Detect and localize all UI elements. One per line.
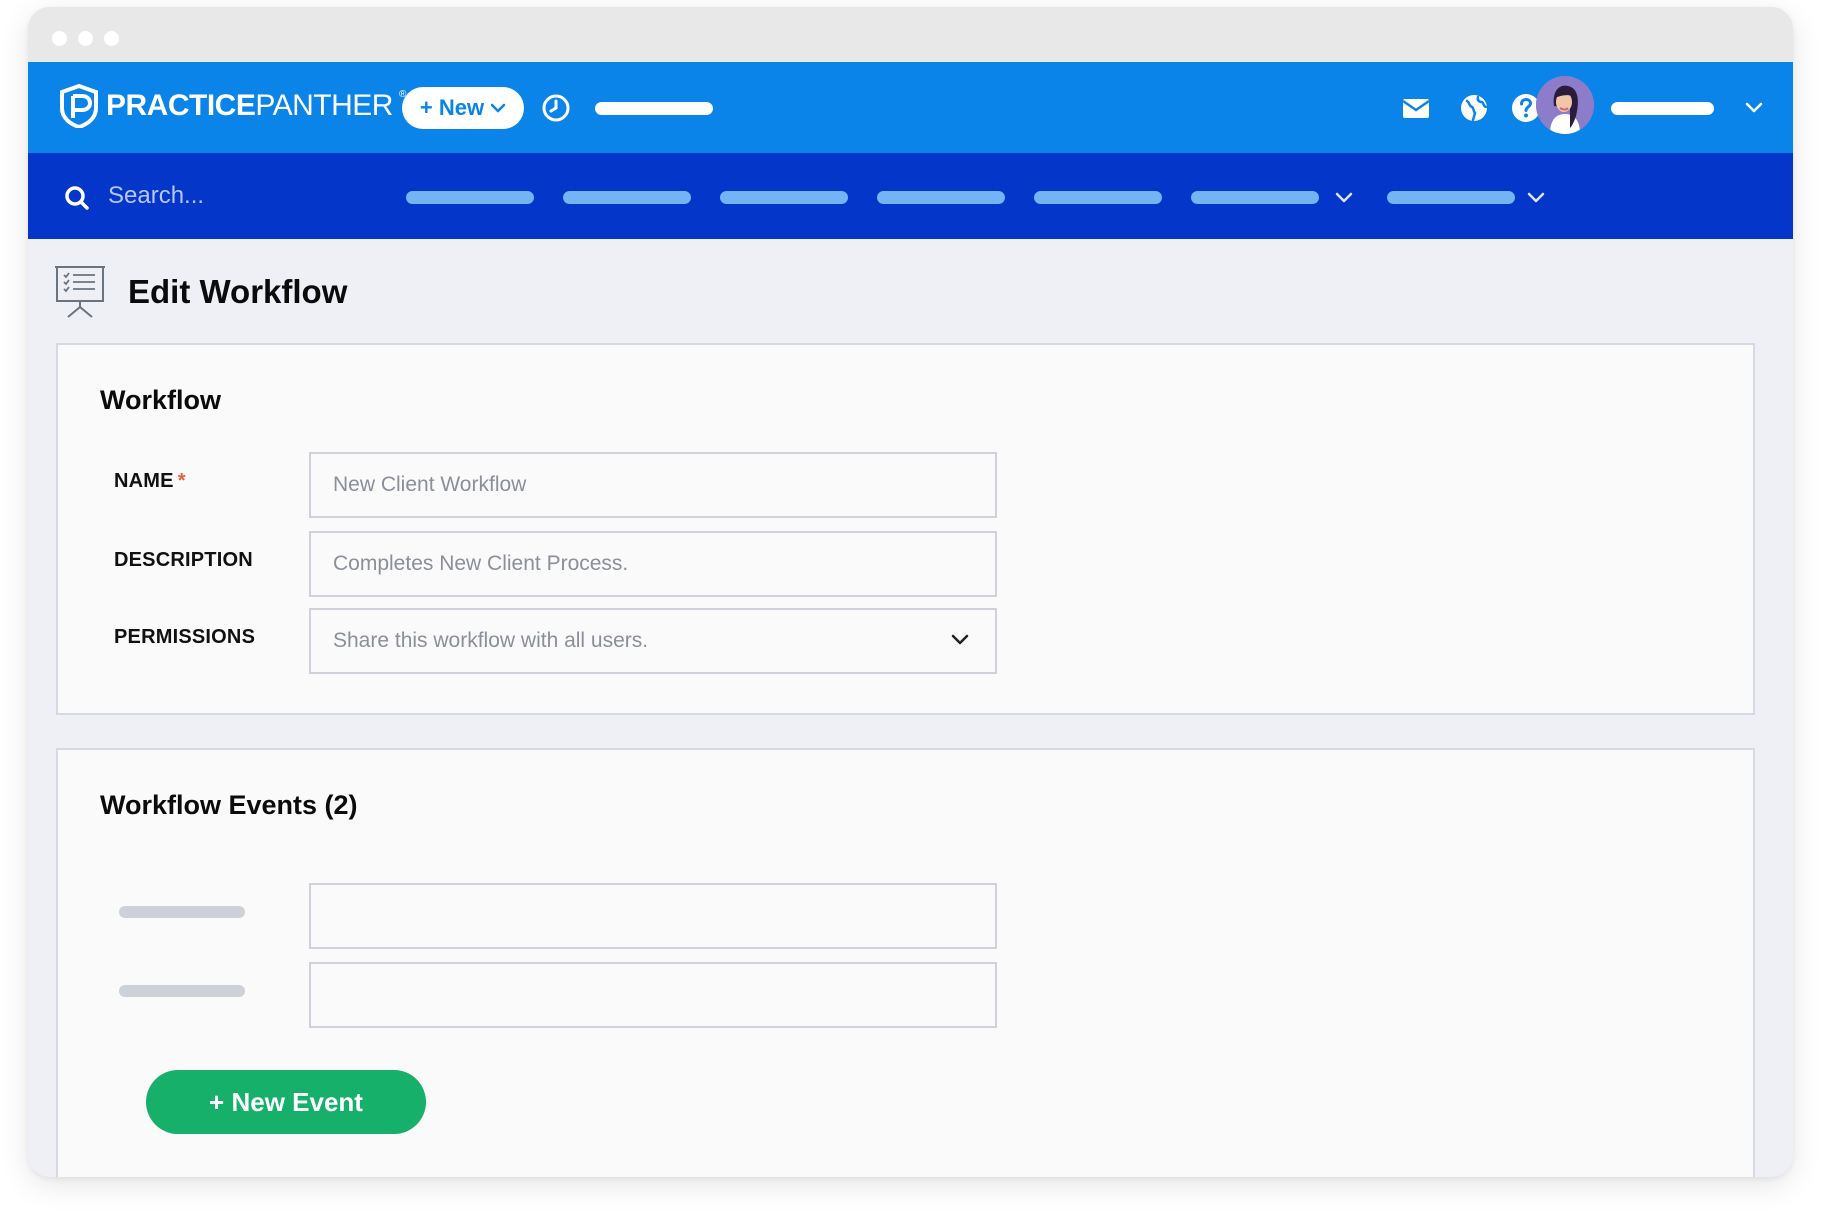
event-1-label-placeholder xyxy=(119,906,245,918)
event-2-label-placeholder xyxy=(119,985,245,997)
user-menu-chevron-down-icon[interactable] xyxy=(1745,102,1763,114)
logo-wordmark-thin: PANTHER xyxy=(255,89,393,122)
user-avatar[interactable] xyxy=(1536,76,1594,134)
window-minimize-dot[interactable] xyxy=(78,31,93,46)
new-button-label: + New xyxy=(419,95,485,120)
workflow-events-card: Workflow Events (2) + New Event xyxy=(56,748,1755,1177)
description-label: DESCRIPTION xyxy=(114,549,253,571)
nav-item-7[interactable] xyxy=(1387,191,1515,204)
nav-item-6-chevron-down-icon[interactable] xyxy=(1334,191,1354,205)
name-field[interactable] xyxy=(309,452,997,518)
avatar-illustration-icon xyxy=(1536,76,1594,134)
name-label: NAME * xyxy=(114,470,186,493)
chevron-down-icon xyxy=(951,634,969,645)
nav-item-5[interactable] xyxy=(1034,191,1162,204)
event-1-field[interactable] xyxy=(309,883,997,949)
nav-item-6[interactable] xyxy=(1191,191,1319,204)
app-logo[interactable]: PRACTICEPANTHER ® xyxy=(58,84,406,128)
workflow-card: Workflow NAME* DESCRIPTION PERMISSIONS S… xyxy=(56,343,1755,715)
mail-icon[interactable] xyxy=(1400,92,1432,124)
required-asterisk: * xyxy=(177,470,186,492)
event-2-field[interactable] xyxy=(309,962,997,1028)
permissions-label: PERMISSIONS xyxy=(114,626,256,648)
nav-item-7-chevron-down-icon[interactable] xyxy=(1526,191,1546,205)
window-close-dot[interactable] xyxy=(52,31,67,46)
globe-icon[interactable] xyxy=(1458,92,1490,124)
search-input[interactable] xyxy=(108,177,378,215)
logo-wordmark-bold: PRACTICE xyxy=(106,89,256,122)
workflow-board-icon xyxy=(55,266,105,318)
new-button[interactable]: + New xyxy=(402,87,524,129)
nav-item-2[interactable] xyxy=(563,191,691,204)
page-title: Edit Workflow xyxy=(128,273,348,310)
workflow-card-title: Workflow xyxy=(100,385,221,415)
timer-placeholder[interactable] xyxy=(595,102,713,115)
top-bar: PRACTICEPANTHER ® + New xyxy=(28,62,1793,153)
description-field[interactable] xyxy=(309,531,997,597)
workflow-events-title: Workflow Events (2) xyxy=(100,790,358,820)
logo-wordmark: PRACTICEPANTHER xyxy=(106,91,393,121)
permissions-select[interactable]: Share this workflow with all users. xyxy=(309,608,997,674)
name-label-text: NAME xyxy=(114,470,174,492)
clock-icon[interactable] xyxy=(541,93,571,123)
search-icon[interactable] xyxy=(64,185,90,211)
new-event-button[interactable]: + New Event xyxy=(146,1070,426,1134)
browser-window: PRACTICEPANTHER ® + New Search... Edit W… xyxy=(28,7,1793,1177)
user-name-placeholder[interactable] xyxy=(1611,102,1714,115)
permissions-selected-value: Share this workflow with all users. xyxy=(333,629,649,652)
nav-bar xyxy=(28,153,1793,239)
window-maximize-dot[interactable] xyxy=(104,31,119,46)
panther-logo-icon xyxy=(60,84,98,128)
nav-item-1[interactable] xyxy=(406,191,534,204)
chevron-down-icon xyxy=(490,103,506,113)
nav-item-3[interactable] xyxy=(720,191,848,204)
nav-item-4[interactable] xyxy=(877,191,1005,204)
window-titlebar xyxy=(28,7,1793,62)
